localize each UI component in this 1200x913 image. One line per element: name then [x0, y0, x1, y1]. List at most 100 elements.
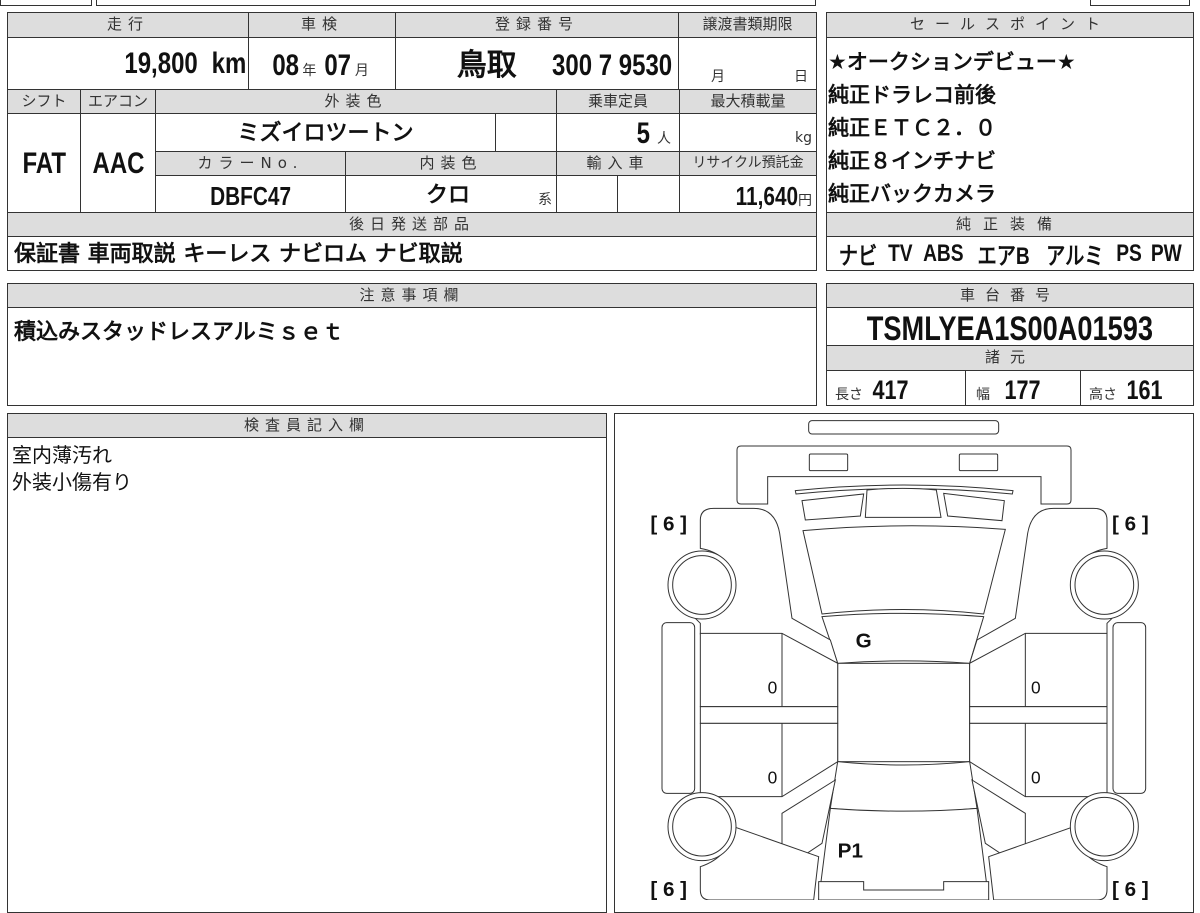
- chassis-number: TSMLYEA1S00A01593: [866, 310, 1154, 346]
- inspection-cell: 08 年 07 月: [248, 37, 396, 90]
- header-transfer-deadline: 譲渡書類期限: [678, 12, 817, 38]
- equipment-item: エアB: [977, 243, 1030, 270]
- tread-front-right: [ 6 ]: [1112, 878, 1149, 900]
- capacity-cell: 5 人: [556, 113, 680, 152]
- header-later-parts: 後日発送部品: [7, 212, 817, 237]
- chassis-number-cell: TSMLYEA1S00A01593: [826, 307, 1194, 346]
- color-no-cell: DBFC47: [155, 175, 346, 213]
- interior-color-cell: クロ 系: [345, 175, 557, 213]
- spec-length: 長さ 417: [826, 370, 966, 406]
- inspection-year: 08: [272, 49, 300, 82]
- aircon-cell: AAC: [80, 113, 156, 213]
- right-pillar-strip: [969, 706, 1108, 724]
- inspector-note: 室内薄汚れ: [12, 443, 112, 467]
- exterior-color-value: ミズイロツートン: [237, 121, 414, 146]
- month-unit: 月: [354, 63, 369, 79]
- deadline-month: 月: [711, 69, 725, 85]
- equipment-item: TV: [887, 239, 913, 267]
- interior-suffix: 系: [538, 192, 552, 208]
- load-unit: kg: [795, 130, 812, 146]
- mileage-value: 19,800: [124, 47, 198, 80]
- later-parts-cell: 保証書 車両取説 キーレス ナビロム ナビ取説: [7, 236, 817, 271]
- sales-point: 純正ドラレコ前後: [828, 83, 996, 107]
- exterior-color-cell: ミズイロツートン: [155, 113, 496, 152]
- car-damage-diagram: [ 6 ] [ 6 ] [ 6 ] [ 6 ] G P1 0 0 0 0: [650, 420, 1149, 900]
- spec-width: 幅 177: [965, 370, 1081, 406]
- door-code-right-rear: 0: [1031, 677, 1041, 697]
- rear-light-right: [943, 492, 1005, 522]
- recycle-cell: 11,640円: [679, 175, 817, 213]
- later-parts-value: 保証書 車両取説 キーレス ナビロム ナビ取説: [14, 242, 463, 267]
- deadline-day: 日: [794, 69, 808, 85]
- door-code-left-rear: 0: [768, 677, 778, 697]
- equipment-list: ナビ TV ABS エアB アルミ PS PW: [826, 236, 1194, 271]
- header-color-no: カラーNo.: [155, 151, 346, 176]
- tread-front-left: [ 6 ]: [650, 878, 687, 900]
- length-value: 417: [872, 375, 909, 405]
- sales-point: 純正ＥＴＣ２．０: [828, 116, 996, 140]
- spec-height: 高さ 161: [1080, 370, 1194, 406]
- deadline-cell: 月 日: [678, 37, 817, 90]
- tail-light-right: [958, 453, 999, 472]
- hood-damage-code: P1: [838, 839, 863, 862]
- equipment-item: PS: [1115, 239, 1142, 267]
- roof-damage-code: G: [856, 629, 872, 652]
- plate-number: 300 7 9530: [551, 49, 672, 82]
- registration-cell: 鳥取 300 7 9530: [395, 37, 679, 90]
- height-label: 高さ: [1089, 387, 1117, 403]
- mileage-cell: 19,800 km: [7, 37, 249, 90]
- header-interior-color: 内装色: [345, 151, 557, 176]
- interior-color-value: クロ: [426, 183, 471, 208]
- header-inspector: 検査員記入欄: [7, 413, 607, 438]
- door-code-right-front: 0: [1031, 767, 1041, 787]
- equipment-item: アルミ: [1045, 243, 1104, 270]
- color-no-value: DBFC47: [210, 181, 291, 211]
- width-label: 幅: [976, 387, 990, 403]
- header-chassis: 車台番号: [826, 283, 1194, 308]
- inspector-note: 外装小傷有り: [12, 470, 132, 494]
- import-cell-a: [556, 175, 618, 213]
- header-mileage: 走行: [7, 12, 249, 38]
- tread-rear-right: [ 6 ]: [1112, 513, 1149, 536]
- tread-rear-left: [ 6 ]: [650, 513, 687, 536]
- tail-light-left: [808, 453, 849, 472]
- capacity-unit: 人: [657, 131, 671, 147]
- width-value: 177: [1004, 375, 1041, 405]
- roof: [821, 612, 985, 664]
- top-strip-cell: [1090, 0, 1190, 6]
- top-strip-cell: [96, 0, 816, 6]
- header-registration: 登録番号: [395, 12, 679, 38]
- shift-cell: FAT: [7, 113, 81, 213]
- cabin: [837, 662, 971, 763]
- sales-point: 純正バックカメラ: [828, 182, 996, 206]
- header-capacity: 乗車定員: [556, 89, 680, 114]
- rear-bumper: [808, 420, 1000, 435]
- left-side-skirt: [661, 622, 696, 794]
- recycle-unit: 円: [798, 193, 812, 209]
- aircon-value: AAC: [92, 147, 144, 180]
- mileage-unit: km: [211, 47, 246, 80]
- windshield: [829, 761, 978, 813]
- header-recycle: リサイクル預託金: [679, 151, 817, 176]
- import-cell-b: [617, 175, 680, 213]
- max-load-cell: kg: [679, 113, 817, 152]
- equipment-item: PW: [1150, 239, 1182, 267]
- header-equipment: 純正装備: [826, 212, 1194, 237]
- left-pillar-strip: [699, 706, 839, 724]
- rear-window: [802, 525, 1006, 615]
- shift-value: FAT: [22, 147, 66, 180]
- header-aircon: エアコン: [80, 89, 156, 114]
- sales-point: ★オークションデビュー★: [828, 50, 1076, 74]
- top-strip-cell: [0, 0, 92, 6]
- header-specs: 諸元: [826, 345, 1194, 371]
- year-unit: 年: [302, 63, 317, 79]
- recycle-value: 11,640: [735, 181, 798, 211]
- notes-text: 積込みスタッドレスアルミｓｅｔ: [14, 320, 344, 345]
- equipment-item: ナビ: [839, 243, 878, 270]
- height-value: 161: [1126, 375, 1163, 405]
- door-code-left-front: 0: [768, 767, 778, 787]
- sales-point: 純正８インチナビ: [828, 149, 996, 173]
- header-exterior-color: 外装色: [155, 89, 557, 114]
- capacity-value: 5: [636, 117, 651, 150]
- rear-gate-upper: [864, 487, 942, 518]
